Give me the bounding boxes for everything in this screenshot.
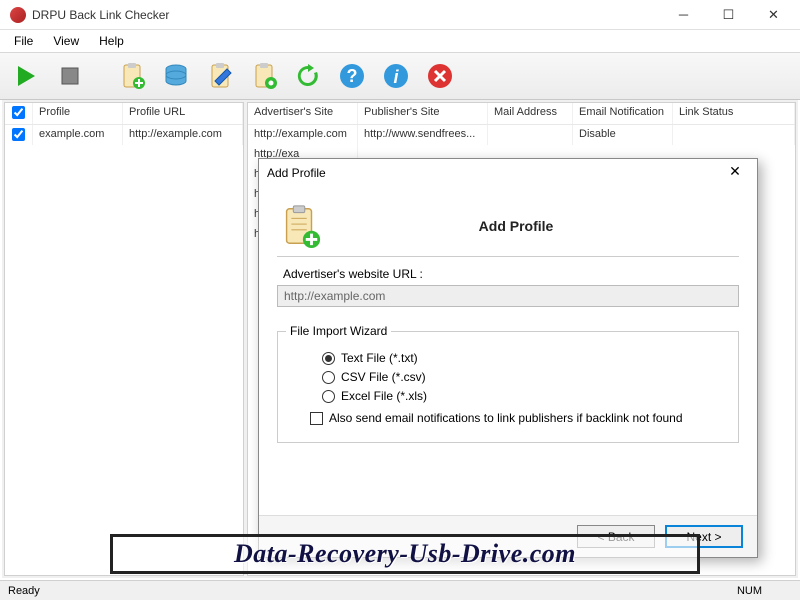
fieldset-legend: File Import Wizard	[286, 324, 391, 338]
col-profile[interactable]: Profile	[33, 103, 123, 124]
cell-url: http://example.com	[123, 125, 243, 145]
statusbar: Ready NUM	[0, 580, 800, 600]
info-button[interactable]: i	[376, 56, 416, 96]
stop-button[interactable]	[50, 56, 90, 96]
maximize-button[interactable]: ☐	[706, 1, 751, 29]
clipboard-settings-button[interactable]	[244, 56, 284, 96]
app-icon	[10, 7, 26, 23]
link-row[interactable]: http://example.com http://www.sendfrees.…	[248, 125, 795, 145]
profiles-panel: Profile Profile URL example.com http://e…	[4, 102, 244, 576]
titlebar: DRPU Back Link Checker ─ ☐ ✕	[0, 0, 800, 30]
database-button[interactable]	[156, 56, 196, 96]
col-notification[interactable]: Email Notification	[573, 103, 673, 124]
radio-xls[interactable]: Excel File (*.xls)	[322, 389, 720, 403]
help-button[interactable]: ?	[332, 56, 372, 96]
radio-txt[interactable]: Text File (*.txt)	[322, 351, 720, 365]
window-title: DRPU Back Link Checker	[32, 8, 661, 22]
col-mail[interactable]: Mail Address	[488, 103, 573, 124]
radio-icon	[322, 352, 335, 365]
email-notify-checkbox[interactable]: Also send email notifications to link pu…	[310, 411, 720, 425]
dialog-title: Add Profile	[267, 166, 721, 180]
file-import-fieldset: File Import Wizard Text File (*.txt) CSV…	[277, 331, 739, 443]
col-status[interactable]: Link Status	[673, 103, 795, 124]
menu-view[interactable]: View	[43, 32, 89, 50]
dialog-heading: Add Profile	[343, 218, 739, 234]
toolbar: ? i	[0, 52, 800, 100]
add-profile-dialog: Add Profile ✕ Add Profile Advertiser's w…	[258, 158, 758, 558]
close-button[interactable]: ✕	[751, 1, 796, 29]
links-header: Advertiser's Site Publisher's Site Mail …	[248, 103, 795, 125]
status-num: NUM	[737, 585, 762, 597]
menubar: File View Help	[0, 30, 800, 52]
col-profile-url[interactable]: Profile URL	[123, 103, 243, 124]
radio-icon	[322, 371, 335, 384]
svg-text:?: ?	[347, 66, 358, 86]
play-button[interactable]	[6, 56, 46, 96]
col-publisher[interactable]: Publisher's Site	[358, 103, 488, 124]
advertiser-url-input[interactable]	[277, 285, 739, 307]
clipboard-add-icon	[277, 203, 323, 249]
clipboard-edit-button[interactable]	[200, 56, 240, 96]
menu-file[interactable]: File	[4, 32, 43, 50]
select-all-checkbox[interactable]	[12, 106, 25, 119]
watermark: Data-Recovery-Usb-Drive.com	[110, 534, 700, 574]
url-label: Advertiser's website URL :	[283, 267, 739, 281]
dialog-titlebar: Add Profile ✕	[259, 159, 757, 187]
cell-profile: example.com	[33, 125, 123, 145]
col-advertiser[interactable]: Advertiser's Site	[248, 103, 358, 124]
clipboard-add-button[interactable]	[112, 56, 152, 96]
menu-help[interactable]: Help	[89, 32, 134, 50]
row-checkbox[interactable]	[12, 128, 25, 141]
cancel-button[interactable]	[420, 56, 460, 96]
checkbox-icon	[310, 412, 323, 425]
minimize-button[interactable]: ─	[661, 1, 706, 29]
profile-row[interactable]: example.com http://example.com	[5, 125, 243, 145]
radio-csv[interactable]: CSV File (*.csv)	[322, 370, 720, 384]
status-ready: Ready	[8, 585, 40, 597]
profiles-header: Profile Profile URL	[5, 103, 243, 125]
refresh-button[interactable]	[288, 56, 328, 96]
radio-icon	[322, 390, 335, 403]
dialog-close-button[interactable]: ✕	[721, 163, 749, 183]
